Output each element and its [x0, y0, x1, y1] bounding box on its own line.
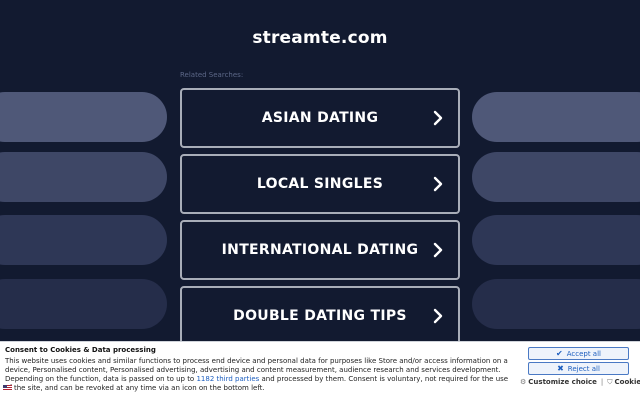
separator: |: [600, 378, 604, 386]
search-button-label: DOUBLE DATING TIPS: [233, 308, 407, 324]
third-parties-link[interactable]: 1182 third parties: [196, 375, 259, 383]
search-button-double-dating-tips[interactable]: DOUBLE DATING TIPS: [180, 286, 460, 346]
reject-all-label: Reject all: [567, 365, 600, 373]
related-searches-label: Related Searches:: [180, 71, 244, 79]
search-button-asian-dating[interactable]: ASIAN DATING: [180, 88, 460, 148]
chevron-right-icon: [433, 110, 443, 126]
reject-all-button[interactable]: ✖ Reject all: [528, 362, 629, 375]
search-button-local-singles[interactable]: LOCAL SINGLES: [180, 154, 460, 214]
site-title: streamte.com: [252, 28, 388, 48]
search-button-label: INTERNATIONAL DATING: [221, 242, 419, 258]
shield-icon: ⛉: [607, 378, 613, 386]
customize-choice-link[interactable]: Customize choice: [528, 378, 597, 386]
cookie-title: Consent to Cookies & Data processing: [5, 346, 156, 354]
accept-all-button[interactable]: ✔ Accept all: [528, 347, 629, 360]
search-button-label: LOCAL SINGLES: [256, 176, 384, 192]
accept-all-label: Accept all: [566, 350, 601, 358]
cookie-consent-bar: Consent to Cookies & Data processing Thi…: [0, 341, 640, 400]
checkmark-icon: ✔: [556, 349, 563, 358]
side-pill-right-4: [472, 279, 640, 329]
chevron-right-icon: [433, 242, 443, 258]
side-pill-right-1: [472, 92, 640, 142]
chevron-right-icon: [433, 176, 443, 192]
cookie-text: This website uses cookies and similar fu…: [5, 357, 510, 393]
side-pill-left-4: [0, 279, 167, 329]
search-button-label: ASIAN DATING: [261, 110, 379, 126]
side-pill-left-3: [0, 215, 167, 265]
side-pill-left-1: [0, 92, 167, 142]
cookies-link[interactable]: Cookies: [615, 378, 640, 386]
cookie-links: ⚙Customize choice|⛉Cookies: [520, 378, 640, 387]
chevron-right-icon: [433, 308, 443, 324]
close-icon: ✖: [557, 364, 564, 373]
side-pill-right-2: [472, 152, 640, 202]
consent-flag-icon[interactable]: [3, 385, 12, 391]
search-button-international-dating[interactable]: INTERNATIONAL DATING: [180, 220, 460, 280]
side-pill-right-3: [472, 215, 640, 265]
side-pill-left-2: [0, 152, 167, 202]
gear-icon: ⚙: [520, 378, 527, 386]
